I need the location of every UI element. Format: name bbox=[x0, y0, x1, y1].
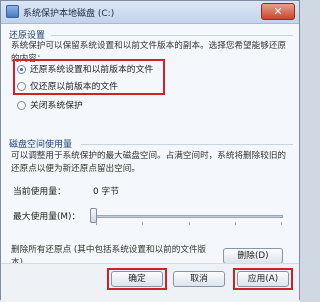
radio-button[interactable] bbox=[17, 65, 26, 74]
cancel-button[interactable]: 取消 bbox=[173, 271, 225, 287]
current-usage-value: 0 字节 bbox=[93, 187, 119, 197]
slider-tick bbox=[189, 222, 190, 225]
slider-tick bbox=[281, 222, 282, 225]
slider-tick bbox=[96, 222, 97, 225]
slider-tick bbox=[142, 222, 143, 225]
radio-label: 关闭系统保护 bbox=[30, 101, 83, 111]
disk-divider bbox=[81, 144, 293, 145]
dialog-content: 还原设置 系统保护可以保留系统设置和以前文件版本的副本。选择您希望能够还原的内容… bbox=[1, 24, 299, 301]
close-button[interactable]: ✕ bbox=[261, 3, 295, 20]
system-protection-window: 系统保护本地磁盘 (C:) ✕ 还原设置 系统保护可以保留系统设置和以前文件版本… bbox=[0, 0, 300, 302]
radio-button[interactable] bbox=[17, 101, 26, 110]
ok-button[interactable]: 确定 bbox=[111, 271, 163, 287]
max-usage-slider-thumb[interactable] bbox=[90, 208, 97, 223]
radio-turn-off-protection[interactable]: 关闭系统保护 bbox=[17, 98, 83, 111]
apply-button[interactable]: 应用(A) bbox=[237, 271, 289, 287]
current-usage-label: 当前使用量： bbox=[13, 187, 66, 197]
delete-button[interactable]: 删除(D) bbox=[223, 248, 283, 264]
button-bar: 确定 取消 应用(A) bbox=[1, 263, 299, 302]
title-bar[interactable]: 系统保护本地磁盘 (C:) ✕ bbox=[1, 1, 299, 24]
max-usage-label: 最大使用量(M)： bbox=[13, 212, 81, 222]
radio-button[interactable] bbox=[17, 82, 26, 91]
disk-usage-heading: 磁盘空间使用量 bbox=[9, 140, 73, 150]
restore-divider bbox=[51, 35, 293, 36]
window-title: 系统保护本地磁盘 (C:) bbox=[23, 9, 115, 19]
radio-label: 还原系统设置和以前版本的文件 bbox=[30, 65, 154, 75]
slider-tick bbox=[235, 222, 236, 225]
disk-description: 可以调整用于系统保护的最大磁盘空间。占满空间时，系统将删除较旧的还原点以便为新还… bbox=[11, 151, 287, 174]
radio-restore-files-only[interactable]: 仅还原以前版本的文件 bbox=[17, 79, 118, 92]
max-usage-slider-track[interactable] bbox=[93, 215, 283, 218]
radio-restore-settings-and-files[interactable]: 还原系统设置和以前版本的文件 bbox=[17, 62, 153, 75]
drive-icon bbox=[6, 5, 19, 18]
radio-label: 仅还原以前版本的文件 bbox=[30, 82, 118, 92]
